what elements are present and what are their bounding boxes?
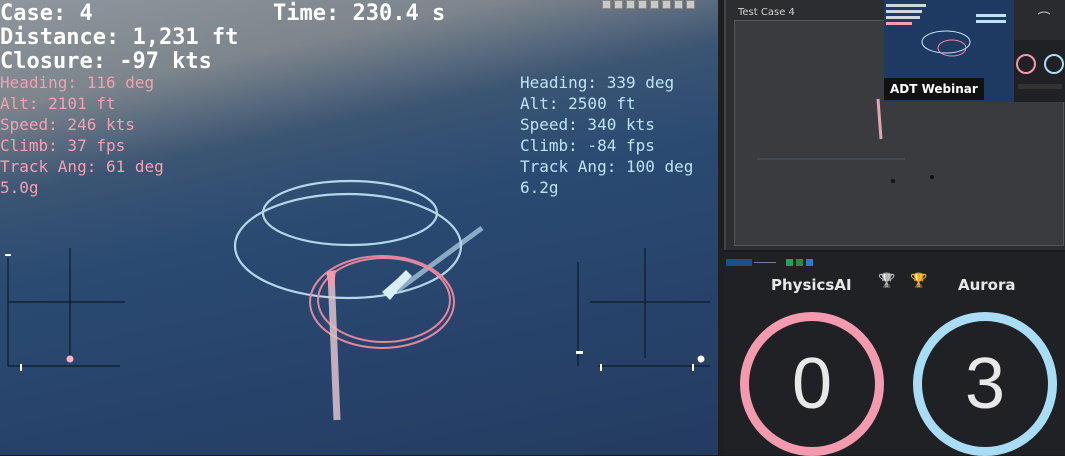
closure-label: Closure: -97 kts xyxy=(0,49,212,74)
preview-dot-1 xyxy=(891,179,895,183)
red-g-load: 5.0g xyxy=(0,178,39,197)
physicsai-score-value: 0 xyxy=(791,344,833,424)
aurora-score: 3 xyxy=(913,312,1057,456)
red-speed: Speed: 246 kts xyxy=(0,115,135,134)
toolbar-button-7[interactable] xyxy=(674,0,683,9)
webinar-label: ADT Webinar xyxy=(884,78,984,100)
gold-trophy-icon: 🏆 xyxy=(910,273,928,289)
corner-thumbnail xyxy=(1014,0,1065,40)
right-altitude-marker xyxy=(576,351,583,354)
toolbar-button-3[interactable] xyxy=(626,0,635,9)
blue-track: Track Ang: 100 deg xyxy=(520,157,694,176)
time-label: Time: 230.4 s xyxy=(273,1,446,26)
toolbar-button-2[interactable] xyxy=(614,0,623,9)
sim-window-toolbar xyxy=(602,0,712,9)
blue-position-marker xyxy=(697,355,705,363)
red-climb: Climb: 37 fps xyxy=(0,136,126,155)
physicsai-score: 0 xyxy=(740,312,884,456)
blue-heading: Heading: 339 deg xyxy=(520,73,675,92)
toolbar-button-8[interactable] xyxy=(686,0,695,9)
blue-climb: Climb: -84 fps xyxy=(520,136,655,155)
left-altitude-marker xyxy=(5,254,11,256)
toolbar-button-5[interactable] xyxy=(650,0,659,9)
preview-red-trail xyxy=(876,98,883,140)
toolbar-button-6[interactable] xyxy=(662,0,671,9)
red-track: Track Ang: 61 deg xyxy=(0,157,164,176)
red-position-marker xyxy=(66,355,74,363)
team-name-physicsai: PhysicsAI xyxy=(771,276,852,294)
blue-alt: Alt: 2500 ft xyxy=(520,94,636,113)
toolbar-green-button-2[interactable] xyxy=(796,259,803,266)
right-crosshair xyxy=(577,248,710,367)
red-heading: Heading: 116 deg xyxy=(0,73,155,92)
preview-panel: Test Case 4 ADT Webinar xyxy=(724,0,1065,250)
simulation-view: Case: 4 Time: 230.4 s Distance: 1,231 ft… xyxy=(0,0,720,455)
scoreboard-toolbar xyxy=(726,259,813,266)
scoreboard-panel: PhysicsAI 🏆 🏆 Aurora 0 3 xyxy=(724,252,1065,456)
left-crosshair xyxy=(7,248,125,367)
toolbar-button-1[interactable] xyxy=(602,0,611,9)
toolbar-tab[interactable] xyxy=(726,259,752,266)
team-name-aurora: Aurora xyxy=(958,276,1016,294)
right-tick-marker-2 xyxy=(600,364,602,371)
toolbar-button-4[interactable] xyxy=(638,0,647,9)
case-label: Case: 4 xyxy=(0,1,93,26)
aurora-score-value: 3 xyxy=(964,344,1006,424)
right-tick-marker xyxy=(692,364,694,371)
blue-g-load: 6.2g xyxy=(520,178,559,197)
preview-title: Test Case 4 xyxy=(738,7,795,18)
blue-speed: Speed: 340 kts xyxy=(520,115,655,134)
silver-trophy-icon: 🏆 xyxy=(878,273,896,289)
red-alt: Alt: 2101 ft xyxy=(0,94,116,113)
mini-scoreboard xyxy=(1014,40,1065,102)
distance-label: Distance: 1,231 ft xyxy=(0,25,239,50)
toolbar-green-button[interactable] xyxy=(786,259,793,266)
preview-dot-2 xyxy=(930,175,934,179)
left-tick-marker xyxy=(20,364,22,371)
toolbar-blue-button[interactable] xyxy=(806,259,813,266)
